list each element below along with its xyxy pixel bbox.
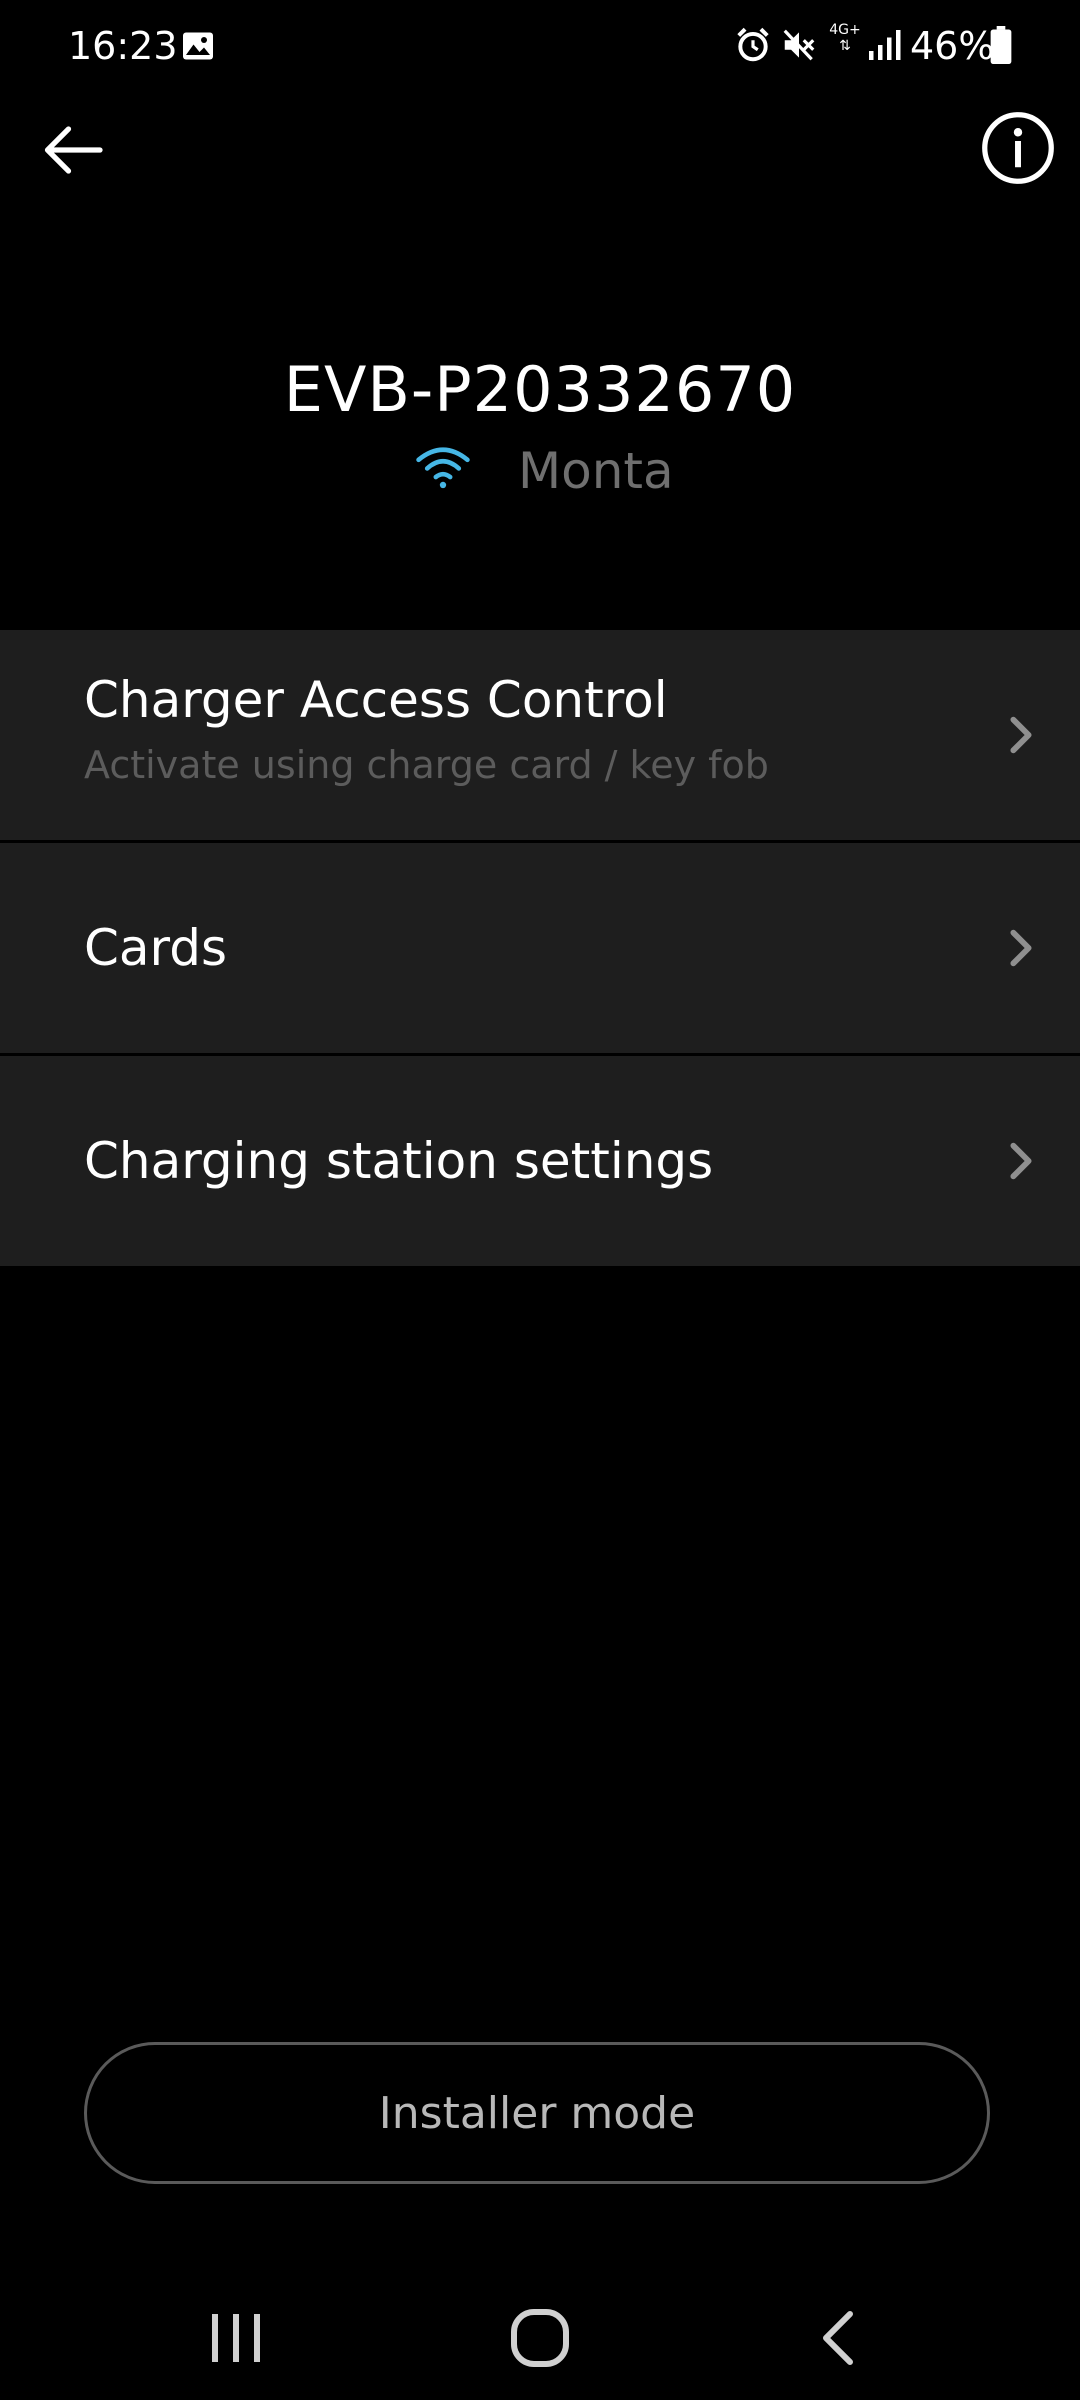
nav-back-icon[interactable]	[816, 2306, 860, 2370]
home-icon[interactable]	[508, 2306, 572, 2370]
chevron-right-icon	[1010, 1142, 1032, 1180]
recents-icon[interactable]	[206, 2310, 266, 2366]
menu-item-title: Charger Access Control	[84, 671, 668, 729]
menu-item-charger-access-control[interactable]: Charger Access Control Activate using ch…	[0, 630, 1080, 840]
chevron-right-icon	[1010, 929, 1032, 967]
menu-item-cards[interactable]: Cards	[0, 843, 1080, 1053]
network-type-indicator: 4G+ ⇅	[829, 22, 861, 54]
menu-item-subtitle: Activate using charge card / key fob	[84, 743, 769, 787]
menu-item-title: Charging station settings	[84, 1132, 714, 1190]
network-name: Monta	[518, 442, 674, 500]
status-time: 16:23	[68, 24, 178, 68]
info-button[interactable]	[976, 106, 1060, 190]
chevron-right-icon	[1010, 716, 1032, 754]
gallery-icon	[183, 32, 213, 60]
installer-mode-button[interactable]: Installer mode	[84, 2042, 990, 2184]
menu-item-title: Cards	[84, 919, 228, 977]
charger-id-title: EVB-P20332670	[283, 353, 797, 426]
signal-icon	[869, 30, 901, 60]
battery-percent: 46%	[910, 24, 995, 68]
battery-icon	[990, 26, 1012, 64]
mute-icon	[783, 29, 815, 61]
back-button[interactable]	[30, 108, 114, 192]
installer-mode-label: Installer mode	[378, 2087, 696, 2139]
alarm-icon	[737, 27, 769, 62]
wifi-icon	[416, 447, 470, 489]
menu-item-charging-station-settings[interactable]: Charging station settings	[0, 1056, 1080, 1266]
